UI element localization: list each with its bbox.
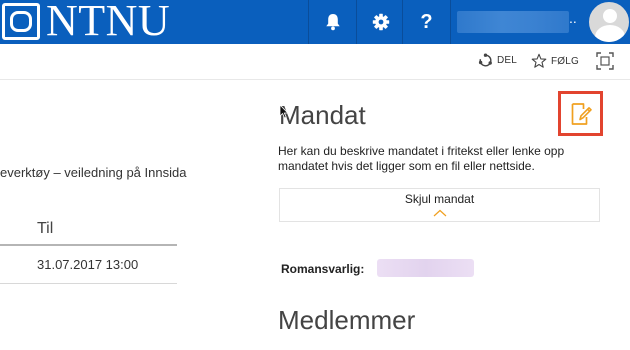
follow-label: FØLG (551, 55, 580, 67)
notifications-button[interactable] (308, 0, 356, 44)
settings-button[interactable] (356, 0, 404, 44)
table-header-divider (0, 244, 177, 246)
focus-mode-button[interactable] (596, 52, 614, 70)
bell-icon (325, 14, 340, 31)
edit-icon (571, 102, 592, 125)
members-heading: Medlemmer (278, 305, 416, 335)
user-name-redacted (457, 11, 569, 33)
suite-bar: NTNU ? .. (0, 0, 630, 45)
avatar[interactable] (587, 0, 630, 44)
gear-icon (372, 13, 389, 31)
chevron-up-icon (433, 209, 447, 217)
mandat-description: Her kan du beskrive mandatet i fritekst … (278, 144, 565, 173)
romansvarlig-value-redacted (377, 259, 474, 277)
table-row-divider (0, 283, 177, 284)
table-cell-til: 31.07.2017 13:00 (37, 257, 139, 272)
help-button[interactable]: ? (402, 0, 450, 44)
hide-mandat-toggle[interactable]: Skjul mandat (279, 188, 600, 222)
follow-button[interactable]: FØLG (531, 53, 579, 69)
mandat-heading: Mandat (279, 100, 366, 130)
avatar-head (603, 9, 617, 23)
star-icon (531, 53, 547, 68)
page: NTNU ? .. DEL FØLG everktøy – veiledning… (0, 0, 630, 350)
logo-mark (2, 3, 40, 40)
mouse-cursor-icon (279, 104, 289, 119)
avatar-body (595, 25, 625, 42)
help-icon: ? (420, 10, 433, 33)
logo-text: NTNU (46, 0, 171, 45)
column-header-til[interactable]: Til (37, 220, 53, 238)
edit-mandat-button[interactable] (558, 91, 603, 136)
share-icon (478, 53, 492, 67)
user-name-ellipsis: .. (569, 10, 577, 26)
action-bar: DEL FØLG (0, 44, 630, 80)
help-link-text[interactable]: everktøy – veiledning på Innsida (0, 165, 186, 180)
hide-mandat-label: Skjul mandat (404, 192, 475, 206)
share-label: DEL (497, 55, 518, 66)
user-menu[interactable]: .. (450, 0, 630, 44)
romansvarlig-label: Romansvarlig: (281, 262, 365, 276)
focus-mode-icon (596, 52, 614, 70)
share-button[interactable]: DEL (478, 53, 517, 68)
